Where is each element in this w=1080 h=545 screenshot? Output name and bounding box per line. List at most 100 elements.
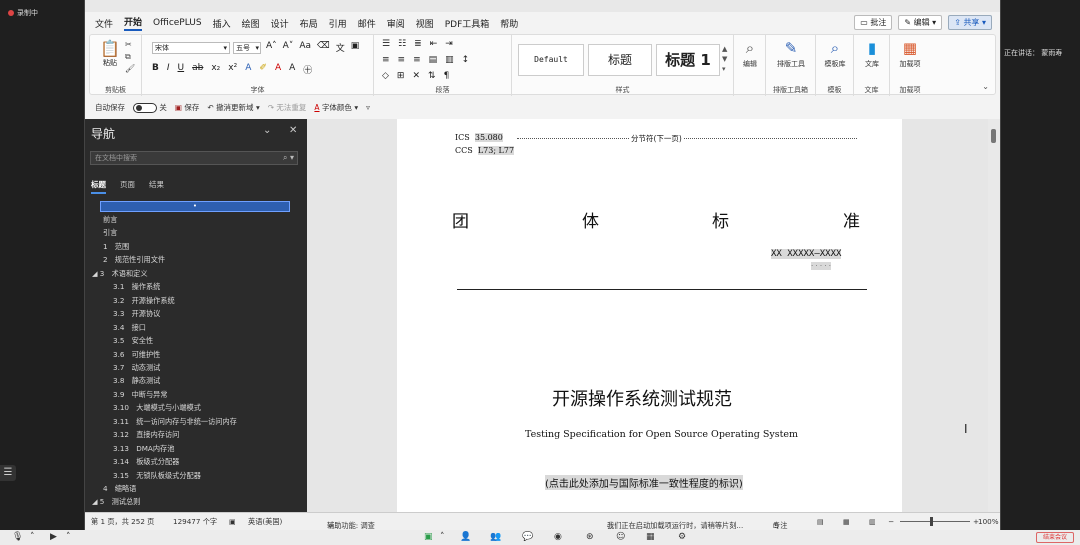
share-screen-icon[interactable]: ▣ [424, 532, 433, 542]
template-button[interactable]: ⌕ 模板库 [817, 39, 853, 69]
consistency-placeholder[interactable]: (点击此处添加与国际标准一致性程度的标识) [545, 475, 743, 490]
superscript-icon[interactable]: x² [228, 63, 237, 76]
chevron-down-icon[interactable]: ⌄ [263, 125, 271, 136]
nav-search-input[interactable]: 在文档中搜索 ⌕ ▾ [90, 151, 298, 165]
borders-icon[interactable]: ⊞ [397, 71, 405, 81]
enclose-char-icon[interactable]: ㊉ [303, 63, 312, 76]
apps-icon[interactable]: ⊛ [586, 532, 594, 542]
tab-mailings[interactable]: 邮件 [358, 17, 376, 30]
font-color-icon[interactable]: A [275, 63, 281, 76]
redo-button[interactable]: ↷ 无法重复 [268, 102, 307, 113]
styles-scroll[interactable]: ▲ ▼ ▾ [722, 44, 727, 74]
status-words[interactable]: 129477 个字 [173, 517, 217, 527]
chevron-down-icon[interactable]: ˄ [30, 532, 35, 542]
nav-tab-pages[interactable]: 页面 [120, 179, 135, 194]
show-marks-icon[interactable]: ¶ [444, 71, 450, 81]
numbering-icon[interactable]: ☷ [398, 39, 406, 49]
nav-heading-item[interactable]: 3.11 统一访问内存与非统一访问内存 [113, 417, 237, 427]
style-default[interactable]: Default [518, 44, 584, 76]
font-size-select[interactable]: 五号 ▾ [233, 42, 261, 54]
align-right-icon[interactable]: ≡ [413, 55, 421, 65]
tab-view[interactable]: 视图 [416, 17, 434, 30]
typeset-button[interactable]: ✎ 排版工具 [773, 39, 809, 69]
status-language[interactable]: 英语(美国) [248, 517, 282, 527]
zoom-slider-knob[interactable] [930, 517, 933, 526]
participants-icon[interactable]: 👤 [460, 532, 471, 542]
nav-heading-item[interactable]: 3.12 直接内存访问 [113, 430, 179, 440]
nav-heading-item[interactable]: ◢ 3 术语和定义 [92, 269, 148, 279]
camera-icon[interactable]: ▶ [50, 532, 57, 542]
status-page[interactable]: 第 1 页，共 252 页 [91, 517, 154, 527]
nav-heading-item[interactable]: 4 缩略语 [103, 484, 136, 494]
undo-button[interactable]: ↶ 撤消更新域 ▾ [207, 102, 259, 113]
align-left-icon[interactable]: ≡ [382, 55, 390, 65]
style-title[interactable]: 标题 [588, 44, 652, 76]
chat-icon[interactable]: 💬 [522, 532, 533, 542]
phonetic-icon[interactable]: 文 [336, 41, 345, 54]
proofing-icon[interactable]: ▣ [229, 517, 236, 526]
editing-button[interactable]: ⌕ 编辑 [732, 39, 768, 69]
tab-review[interactable]: 审阅 [387, 17, 405, 30]
style-heading1[interactable]: 标题 1 [656, 44, 720, 76]
italic-icon[interactable]: I [167, 63, 170, 76]
chevron-down-icon[interactable]: ˄ [66, 532, 71, 542]
comment-button[interactable]: ▭ 批注 [854, 15, 893, 30]
members-icon[interactable]: 👥 [490, 532, 501, 542]
customize-qat-icon[interactable]: ▿ [366, 103, 370, 112]
highlight-icon[interactable]: ✐ [259, 63, 267, 76]
nav-heading-item[interactable]: 3.8 静态测试 [113, 376, 160, 386]
distributed-icon[interactable]: ▥ [445, 55, 454, 65]
line-spacing-icon[interactable]: ↕ [462, 55, 470, 65]
chevron-down-icon[interactable]: ˄ [440, 532, 445, 542]
sort-icon[interactable]: ⇅ [428, 71, 436, 81]
nav-heading-item[interactable]: 3.7 动态测试 [113, 363, 160, 373]
bullets-icon[interactable]: ☰ [382, 39, 390, 49]
nav-heading-item[interactable]: 3.15 无锁队板级式分配器 [113, 471, 201, 481]
print-layout-icon[interactable]: ▦ [843, 517, 850, 526]
nav-heading-item[interactable]: 3.3 开源协议 [113, 309, 160, 319]
font-name-select[interactable]: 宋体 ▾ [152, 42, 230, 54]
chinese-layout-icon[interactable]: ✕ [412, 71, 420, 81]
nav-heading-item[interactable]: 3.14 板级式分配器 [113, 457, 179, 467]
scroll-thumb[interactable] [991, 129, 996, 143]
text-effects-icon[interactable]: A [245, 63, 251, 76]
vertical-scrollbar[interactable] [988, 119, 1000, 512]
nav-heading-item[interactable]: 3.6 可维护性 [113, 350, 160, 360]
list-icon[interactable]: ☰ [0, 465, 16, 481]
multilevel-icon[interactable]: ≣ [414, 39, 422, 49]
tab-design[interactable]: 设计 [271, 17, 289, 30]
nav-heading-item[interactable]: 3.13 DMA内存池 [113, 444, 174, 454]
cut-icon[interactable]: ✂ [125, 39, 135, 51]
autosave-toggle[interactable]: 关 [133, 102, 167, 113]
reactions-icon[interactable]: ☺ [616, 532, 625, 542]
char-shading-icon[interactable]: A [289, 63, 295, 76]
zoom-slider[interactable] [900, 521, 970, 522]
tab-home[interactable]: 开始 [124, 15, 143, 31]
subscript-icon[interactable]: x₂ [211, 63, 220, 76]
nav-heading-item[interactable]: 3.5 安全性 [113, 336, 153, 346]
shrink-font-icon[interactable]: A˅ [283, 41, 294, 54]
change-case-icon[interactable]: Aa [299, 41, 311, 54]
zoom-out-icon[interactable]: − [888, 517, 894, 526]
ribbon-collapse-icon[interactable]: ⌄ [982, 82, 989, 91]
grow-font-icon[interactable]: A˄ [266, 41, 277, 54]
nav-heading-item[interactable]: 3.4 接口 [113, 323, 146, 333]
nav-heading-item[interactable]: 1 范围 [103, 242, 129, 252]
strikethrough-icon[interactable]: ab [192, 63, 203, 76]
share-button[interactable]: ⇪ 共享 ▾ [948, 15, 992, 30]
nav-tab-results[interactable]: 结果 [149, 179, 164, 194]
align-center-icon[interactable]: ≡ [398, 55, 406, 65]
zoom-level[interactable]: 100% [978, 517, 999, 526]
addin-button[interactable]: ▦ 加载项 [892, 39, 928, 69]
nav-heading-item[interactable]: 3.9 中断与异常 [113, 390, 168, 400]
end-meeting-button[interactable]: 结束会议 [1036, 532, 1074, 543]
font-color-button[interactable]: A 字体颜色 ▾ [314, 102, 358, 113]
web-layout-icon[interactable]: ▥ [869, 517, 876, 526]
clear-format-icon[interactable]: ⌫ [317, 41, 330, 54]
format-painter-icon[interactable]: 🖌 [125, 63, 135, 75]
nav-selected-heading[interactable]: • [100, 201, 290, 212]
decrease-indent-icon[interactable]: ⇤ [430, 39, 438, 49]
tab-references[interactable]: 引用 [329, 17, 347, 30]
tab-file[interactable]: 文件 [95, 17, 113, 30]
record-icon[interactable]: ◉ [554, 532, 562, 542]
